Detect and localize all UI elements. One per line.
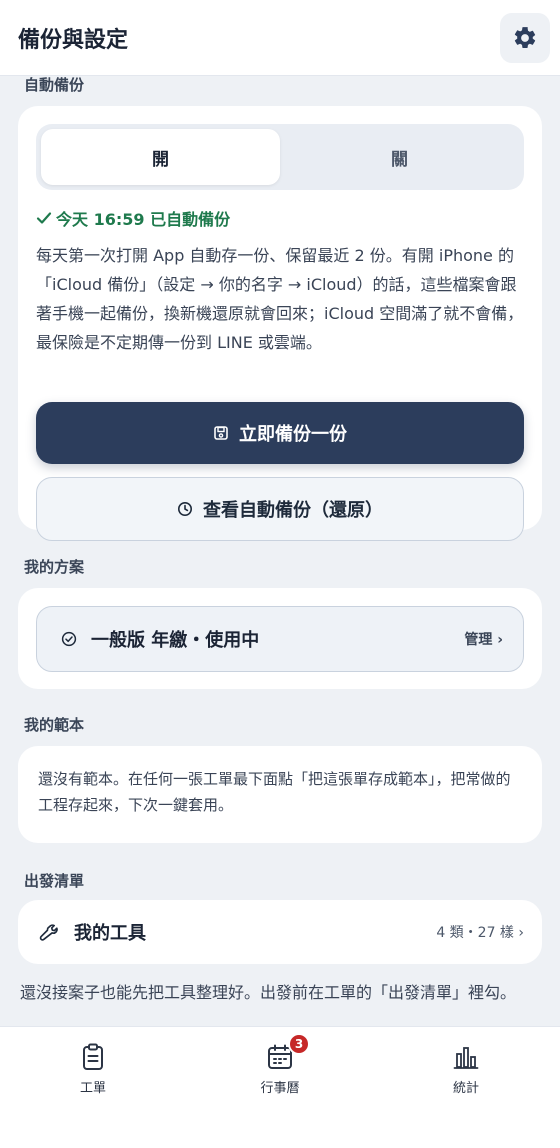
- tools-count-text: 4 類・27 樣: [436, 925, 514, 941]
- plan-row[interactable]: 一般版 年繳・使用中 管理 ›: [36, 606, 524, 672]
- tab-stats[interactable]: 統計: [406, 1043, 526, 1096]
- tab-calendar[interactable]: 3 行事曆: [220, 1033, 340, 1096]
- page-title: 備份與設定: [18, 27, 129, 53]
- tab-orders-label: 工單: [79, 1081, 106, 1096]
- section-title-my-templates: 我的範本: [24, 716, 85, 734]
- check-circle-icon: [61, 631, 77, 647]
- chevron-right-icon: ›: [518, 925, 524, 941]
- calendar-badge: 3: [288, 1033, 310, 1055]
- tools-note: 還沒接案子也能先把工具整理好。出發前在工單的「出發清單」裡勾。: [20, 983, 517, 1002]
- backup-description: 每天第一次打開 App 自動存一份、保留最近 2 份。有開 iPhone 的「i…: [36, 246, 524, 352]
- tab-orders[interactable]: 工單: [33, 1043, 153, 1096]
- toggle-on-option[interactable]: 開: [41, 129, 280, 185]
- clipboard-icon: [83, 1043, 103, 1070]
- tab-calendar-label: 行事曆: [260, 1081, 300, 1096]
- my-templates-card: 還沒有範本。在任何一張工單最下面點「把這張單存成範本」，把常做的工程存起來，下次…: [18, 746, 542, 843]
- chevron-right-icon: ›: [497, 632, 503, 648]
- check-icon: [36, 212, 52, 224]
- my-tools-count: 4 類・27 樣 ›: [436, 922, 524, 942]
- plan-name: 一般版 年繳・使用中: [91, 630, 260, 651]
- toggle-off-option[interactable]: 關: [280, 129, 519, 185]
- backup-now-button[interactable]: 立即備份一份: [36, 402, 524, 464]
- auto-backup-toggle[interactable]: 開 關: [36, 124, 524, 190]
- tab-stats-label: 統計: [452, 1081, 479, 1096]
- templates-empty-text: 還沒有範本。在任何一張工單最下面點「把這張單存成範本」，把常做的工程存起來，下次…: [38, 770, 511, 814]
- settings-content[interactable]: 自動備份 開 關 今天 16:59 已自動備份 每天第一次打開 App 自動存一…: [0, 76, 560, 1026]
- backup-now-label: 立即備份一份: [239, 424, 347, 445]
- wrench-icon: [39, 924, 58, 941]
- view-backups-label: 查看自動備份（還原）: [203, 500, 383, 521]
- auto-backup-card: 開 關 今天 16:59 已自動備份 每天第一次打開 App 自動存一份、保留最…: [18, 106, 542, 541]
- my-tools-card[interactable]: 我的工具 4 類・27 樣 ›: [18, 900, 542, 964]
- view-backups-button[interactable]: 查看自動備份（還原）: [36, 477, 524, 541]
- my-plan-card: 一般版 年繳・使用中 管理 ›: [18, 588, 542, 689]
- app-header: 備份與設定: [0, 0, 560, 76]
- bottom-tab-bar: 工單 3 行事曆 統計: [0, 1026, 560, 1148]
- backup-status: 今天 16:59 已自動備份: [36, 206, 230, 230]
- section-title-auto-backup: 自動備份: [24, 76, 85, 94]
- plan-manage-label: 管理: [464, 632, 493, 648]
- plan-manage-link[interactable]: 管理 ›: [464, 629, 503, 649]
- bar-chart-icon: [453, 1047, 479, 1069]
- my-tools-label: 我的工具: [74, 923, 146, 944]
- section-title-my-plan: 我的方案: [24, 558, 85, 576]
- backup-status-text: 今天 16:59 已自動備份: [56, 210, 231, 229]
- save-icon: [214, 426, 228, 440]
- gear-icon: [514, 26, 536, 48]
- section-title-departure-list: 出發清單: [24, 872, 85, 890]
- clock-icon: [178, 502, 192, 516]
- my-tools-row[interactable]: 我的工具 4 類・27 樣 ›: [18, 900, 542, 964]
- settings-button[interactable]: [500, 12, 550, 63]
